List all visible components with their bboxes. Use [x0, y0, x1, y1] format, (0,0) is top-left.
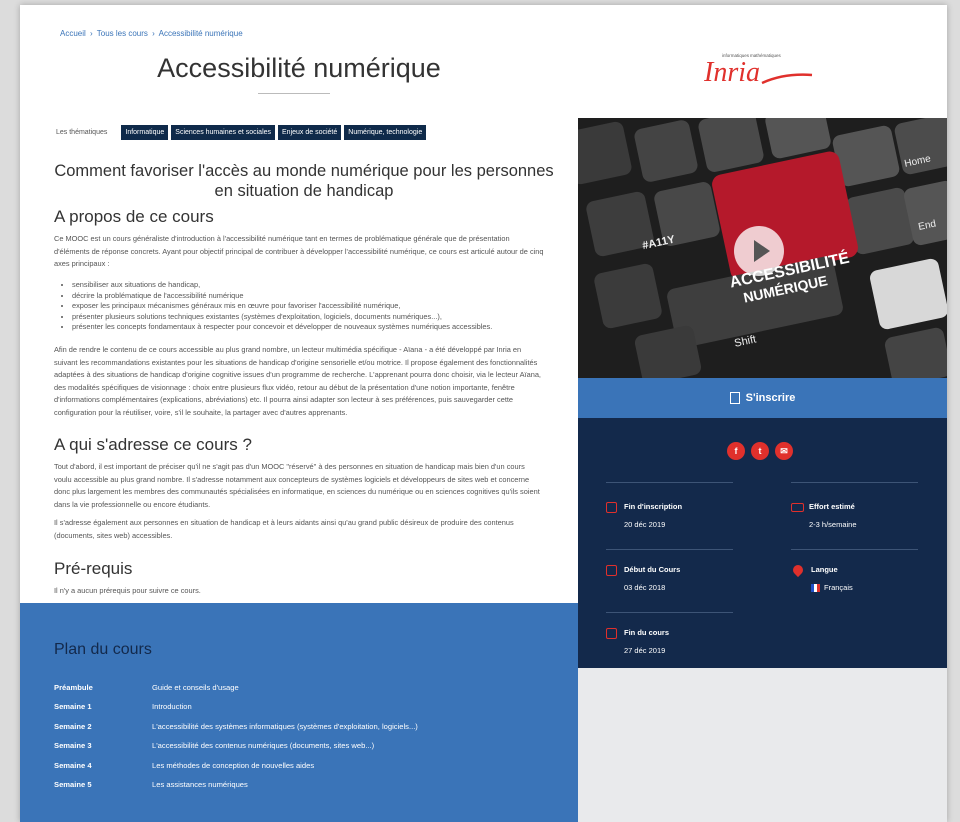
play-icon[interactable]	[734, 226, 784, 276]
logo-wordmark: Inria	[704, 57, 760, 88]
info-value: Français	[811, 583, 853, 593]
breadcrumb-all-courses-link[interactable]: Tous les cours	[97, 29, 148, 38]
about-body: Afin de rendre le contenu de ce cours ac…	[54, 345, 541, 417]
plan-week: Semaine 1	[54, 702, 92, 712]
course-plan-section: Plan du cours Préambule Guide et conseils…	[20, 603, 578, 822]
divider	[606, 612, 733, 613]
info-label: Langue	[811, 565, 838, 574]
plan-heading: Plan du cours	[54, 641, 152, 658]
calendar-icon	[606, 502, 617, 513]
breadcrumb-current: Accessibilité numérique	[158, 29, 243, 38]
theme-tag-informatique[interactable]: Informatique	[121, 125, 169, 140]
prereq-text: Il n'y a aucun prérequis pour suivre ce …	[54, 586, 201, 595]
themes-bar: Les thématiques Informatique Sciences hu…	[56, 125, 429, 140]
info-label: Début du Cours	[624, 565, 681, 574]
inria-logo[interactable]: informatiques mathématiques Inria	[704, 49, 824, 89]
divider	[791, 482, 918, 483]
divider	[791, 549, 918, 550]
plan-title: Guide et conseils d'usage	[152, 683, 239, 692]
email-icon[interactable]: ✉	[775, 442, 793, 460]
breadcrumb: Accueil › Tous les cours › Accessibilité…	[60, 29, 245, 38]
audience-paragraph-2: Il s'adresse également aux personnes en …	[54, 518, 514, 540]
social-share: f t ✉	[727, 442, 799, 460]
twitter-icon[interactable]: t	[751, 442, 769, 460]
france-flag-icon	[811, 584, 820, 593]
plan-row: Semaine 3 L'accessibilité des contenus nu…	[54, 741, 554, 760]
plan-title: Les méthodes de conception de nouvelles …	[152, 760, 315, 770]
facebook-icon[interactable]: f	[727, 442, 745, 460]
plan-week: Semaine 4	[54, 760, 92, 770]
breadcrumb-separator: ›	[152, 29, 155, 38]
plan-week: Semaine 5	[54, 779, 92, 789]
page-title: Accessibilité numérique	[157, 53, 441, 83]
breadcrumb-home-link[interactable]: Accueil	[60, 29, 86, 38]
about-heading: A propos de ce cours	[54, 207, 214, 226]
plan-title: Introduction	[152, 702, 192, 712]
main-content: Accueil › Tous les cours › Accessibilité…	[20, 5, 578, 822]
sidebar: informatiques mathématiques Inria #A11Y …	[578, 5, 947, 822]
plan-week: Préambule	[54, 683, 93, 692]
title-divider	[258, 93, 330, 94]
plan-row: Semaine 5 Les assistances numériques	[54, 780, 554, 799]
course-info-panel: f t ✉ Fin d'inscription 20 déc 2019 Effo…	[578, 418, 947, 668]
info-value: 27 déc 2019	[624, 646, 666, 655]
theme-tag-enjeux-societe[interactable]: Enjeux de société	[278, 125, 342, 140]
plan-list: Préambule Guide et conseils d'usage Semai…	[54, 683, 554, 799]
theme-tag-numerique[interactable]: Numérique, technologie	[344, 125, 427, 140]
effort-icon	[791, 503, 804, 512]
list-item: présenter les concepts fondamentaux à re…	[72, 322, 542, 333]
enroll-button[interactable]: S'inscrire	[578, 378, 947, 418]
info-value: 20 déc 2019	[624, 520, 666, 529]
list-item: présenter plusieurs solutions techniques…	[72, 312, 542, 323]
calendar-icon	[606, 628, 617, 639]
plan-row: Préambule Guide et conseils d'usage	[54, 683, 554, 702]
course-subtitle: Comment favoriser l'accès au monde numér…	[54, 162, 554, 200]
plan-title: L'accessibilité des contenus numériques …	[152, 741, 375, 751]
enroll-icon	[729, 392, 740, 404]
info-label: Fin du cours	[624, 628, 669, 637]
plan-row: Semaine 1 Introduction	[54, 702, 554, 721]
info-label: Fin d'inscription	[624, 502, 683, 511]
plan-week: Semaine 2	[54, 721, 92, 731]
divider	[606, 549, 733, 550]
course-video-player[interactable]: #A11Y Home End Shift ACCESSIBILITÉ NUMÉR…	[578, 118, 947, 378]
plan-week: Semaine 3	[54, 741, 92, 751]
info-label: Effort estimé	[809, 502, 855, 511]
page-frame: Accueil › Tous les cours › Accessibilité…	[20, 5, 947, 822]
logo-area: informatiques mathématiques Inria	[578, 5, 947, 118]
plan-title: Les assistances numériques	[152, 779, 248, 789]
prereq-heading: Pré-requis	[54, 559, 133, 578]
about-intro: Ce MOOC est un cours généraliste d'intro…	[54, 234, 544, 269]
plan-row: Semaine 4 Les méthodes de conception de n…	[54, 761, 554, 780]
enroll-label: S'inscrire	[745, 392, 796, 404]
list-item: exposer les principaux mécanismes généra…	[72, 301, 542, 312]
logo-swoosh	[761, 73, 813, 85]
divider	[606, 482, 733, 483]
language-value: Français	[824, 583, 853, 592]
breadcrumb-separator: ›	[90, 29, 93, 38]
info-value: 2-3 h/semaine	[809, 520, 857, 529]
plan-row: Semaine 2 L'accessibilité des systèmes in…	[54, 722, 554, 741]
about-bullet-list: sensibiliser aux situations de handicap,…	[62, 280, 542, 333]
audience-paragraph-1: Tout d'abord, il est important de précis…	[54, 462, 540, 509]
plan-title: L'accessibilité des systèmes informatiqu…	[152, 721, 418, 731]
list-item: décrire la problématique de l'accessibil…	[72, 291, 542, 302]
audience-heading: A qui s'adresse ce cours ?	[54, 435, 252, 454]
location-pin-icon	[790, 562, 806, 578]
themes-label: Les thématiques	[56, 129, 108, 136]
theme-tag-sciences-humaines[interactable]: Sciences humaines et sociales	[171, 125, 276, 140]
info-value: 03 déc 2018	[624, 583, 666, 592]
calendar-icon	[606, 565, 617, 576]
list-item: sensibiliser aux situations de handicap,	[72, 280, 542, 291]
